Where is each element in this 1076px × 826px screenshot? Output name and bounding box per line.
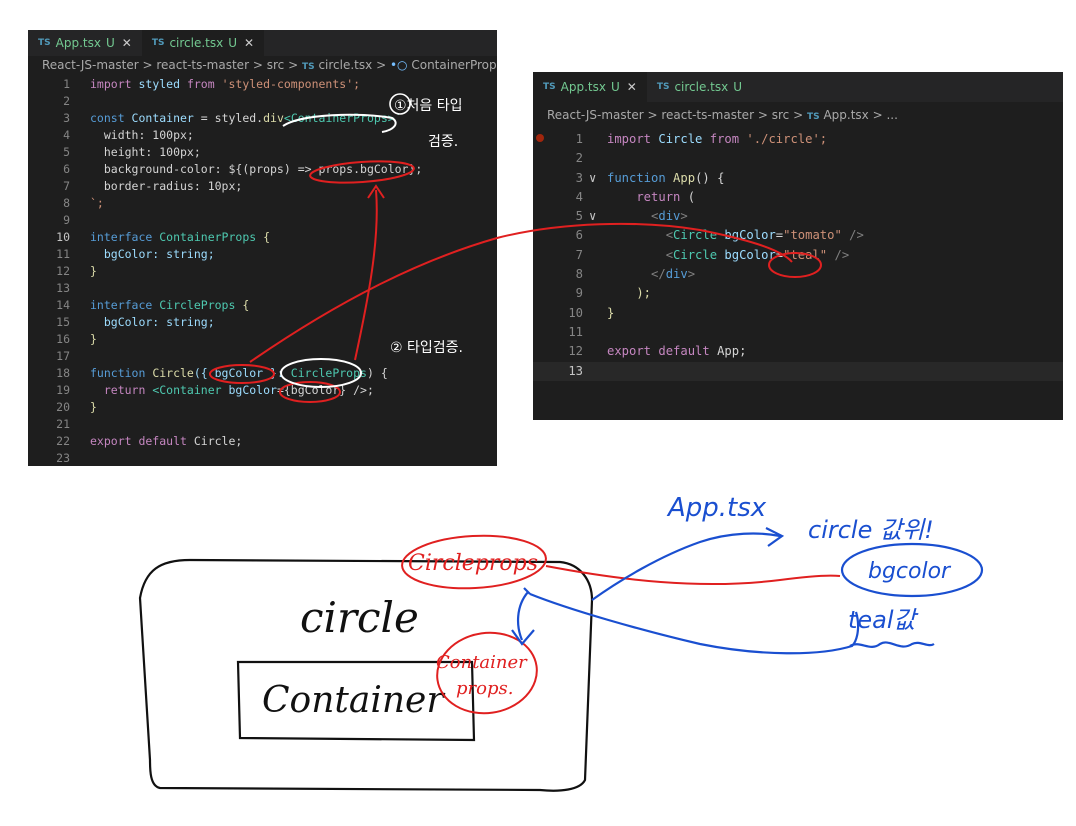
bgcolor-param-circle: [209, 364, 275, 384]
bgcolor-prop-circle: [279, 381, 341, 403]
teal-label: teal값: [848, 606, 919, 634]
validation-arrow: [354, 184, 385, 361]
connector-line: [249, 222, 793, 363]
bgcolor-label: bgcolor: [868, 559, 952, 584]
teal-circle: [768, 252, 822, 278]
blue-app-arrow: [591, 527, 785, 601]
containerprops-label-2: props.: [456, 678, 513, 699]
note-first-validation-2: 검증.: [428, 134, 458, 150]
blue-return-path: [523, 587, 860, 655]
note-second-validation: ② 타입검증.: [390, 340, 463, 356]
note-first-validation: ①처음 타입: [394, 98, 463, 114]
containerprops-label-1: Container: [436, 652, 528, 673]
props-bgcolor-circle: [309, 160, 415, 184]
blue-down-arrow: [511, 591, 535, 646]
diagram-circle-label: circle: [300, 593, 419, 642]
diagram-container-label: Container: [262, 680, 445, 721]
app-tsx-label: App.tsx: [666, 493, 767, 523]
circle-value-label: circle 값위!: [808, 516, 934, 544]
handwritten-annotations: ①처음 타입 검증. ② 타입검증. circle Container Circ…: [138, 93, 984, 792]
teal-underline: [849, 641, 935, 648]
red-connector: [545, 565, 841, 586]
containerprops-underline: [282, 113, 397, 133]
circleprops-label: Circleprops: [408, 551, 538, 576]
